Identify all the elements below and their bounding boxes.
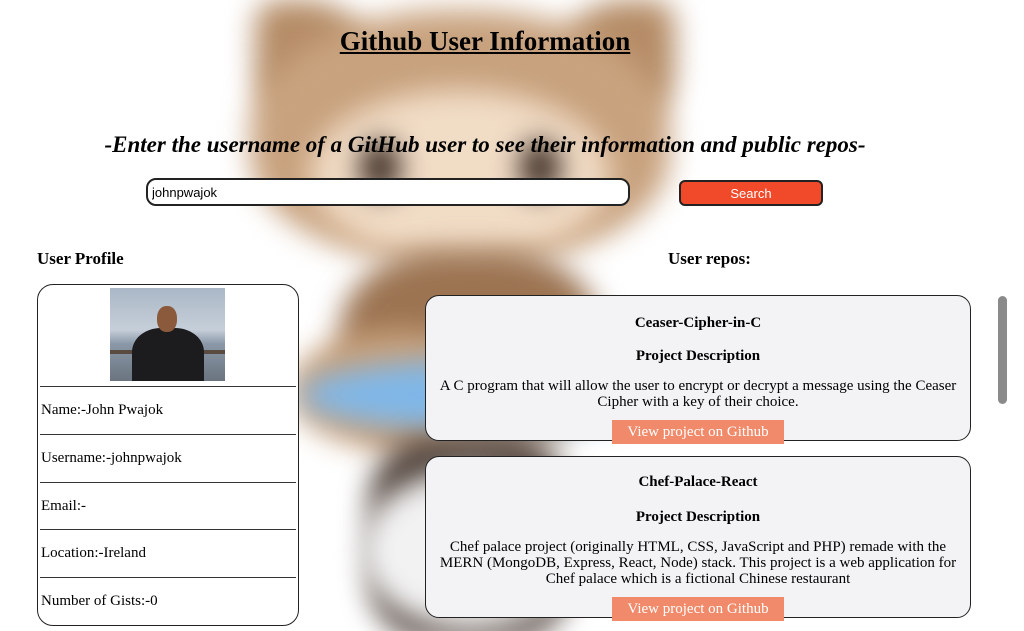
view-project-link[interactable]: View project on Github — [612, 420, 784, 444]
repo-card: Chef-Palace-React Project Description Ch… — [425, 456, 971, 621]
view-project-link[interactable]: View project on Github — [612, 597, 784, 621]
profile-username: Username:-johnpwajok — [40, 434, 296, 481]
repo-description-heading: Project Description — [635, 509, 761, 525]
search-button[interactable]: Search — [679, 180, 823, 206]
scrollbar-thumb[interactable] — [998, 296, 1007, 404]
profile-gists: Number of Gists:-0 — [40, 577, 296, 624]
profile-name: Name:-John Pwajok — [40, 386, 296, 433]
user-repos-heading: User repos: — [668, 249, 751, 268]
page-subtitle: -Enter the username of a GitHub user to … — [104, 132, 866, 157]
repo-description: Chef palace project (originally HTML, CS… — [439, 539, 957, 587]
avatar — [110, 288, 225, 381]
user-profile-card: Name:-John Pwajok Username:-johnpwajok E… — [37, 284, 299, 626]
user-profile-heading: User Profile — [37, 249, 124, 268]
repo-name: Ceaser-Cipher-in-C — [634, 315, 762, 331]
repo-name: Chef-Palace-React — [638, 474, 758, 490]
profile-email: Email:- — [40, 482, 296, 529]
repo-description: A C program that will allow the user to … — [439, 378, 957, 410]
search-input[interactable] — [146, 178, 630, 206]
repo-description-heading: Project Description — [635, 348, 761, 364]
page-title: Github User Information — [339, 26, 631, 56]
repo-card: Ceaser-Cipher-in-C Project Description A… — [425, 295, 971, 444]
profile-location: Location:-Ireland — [40, 529, 296, 576]
